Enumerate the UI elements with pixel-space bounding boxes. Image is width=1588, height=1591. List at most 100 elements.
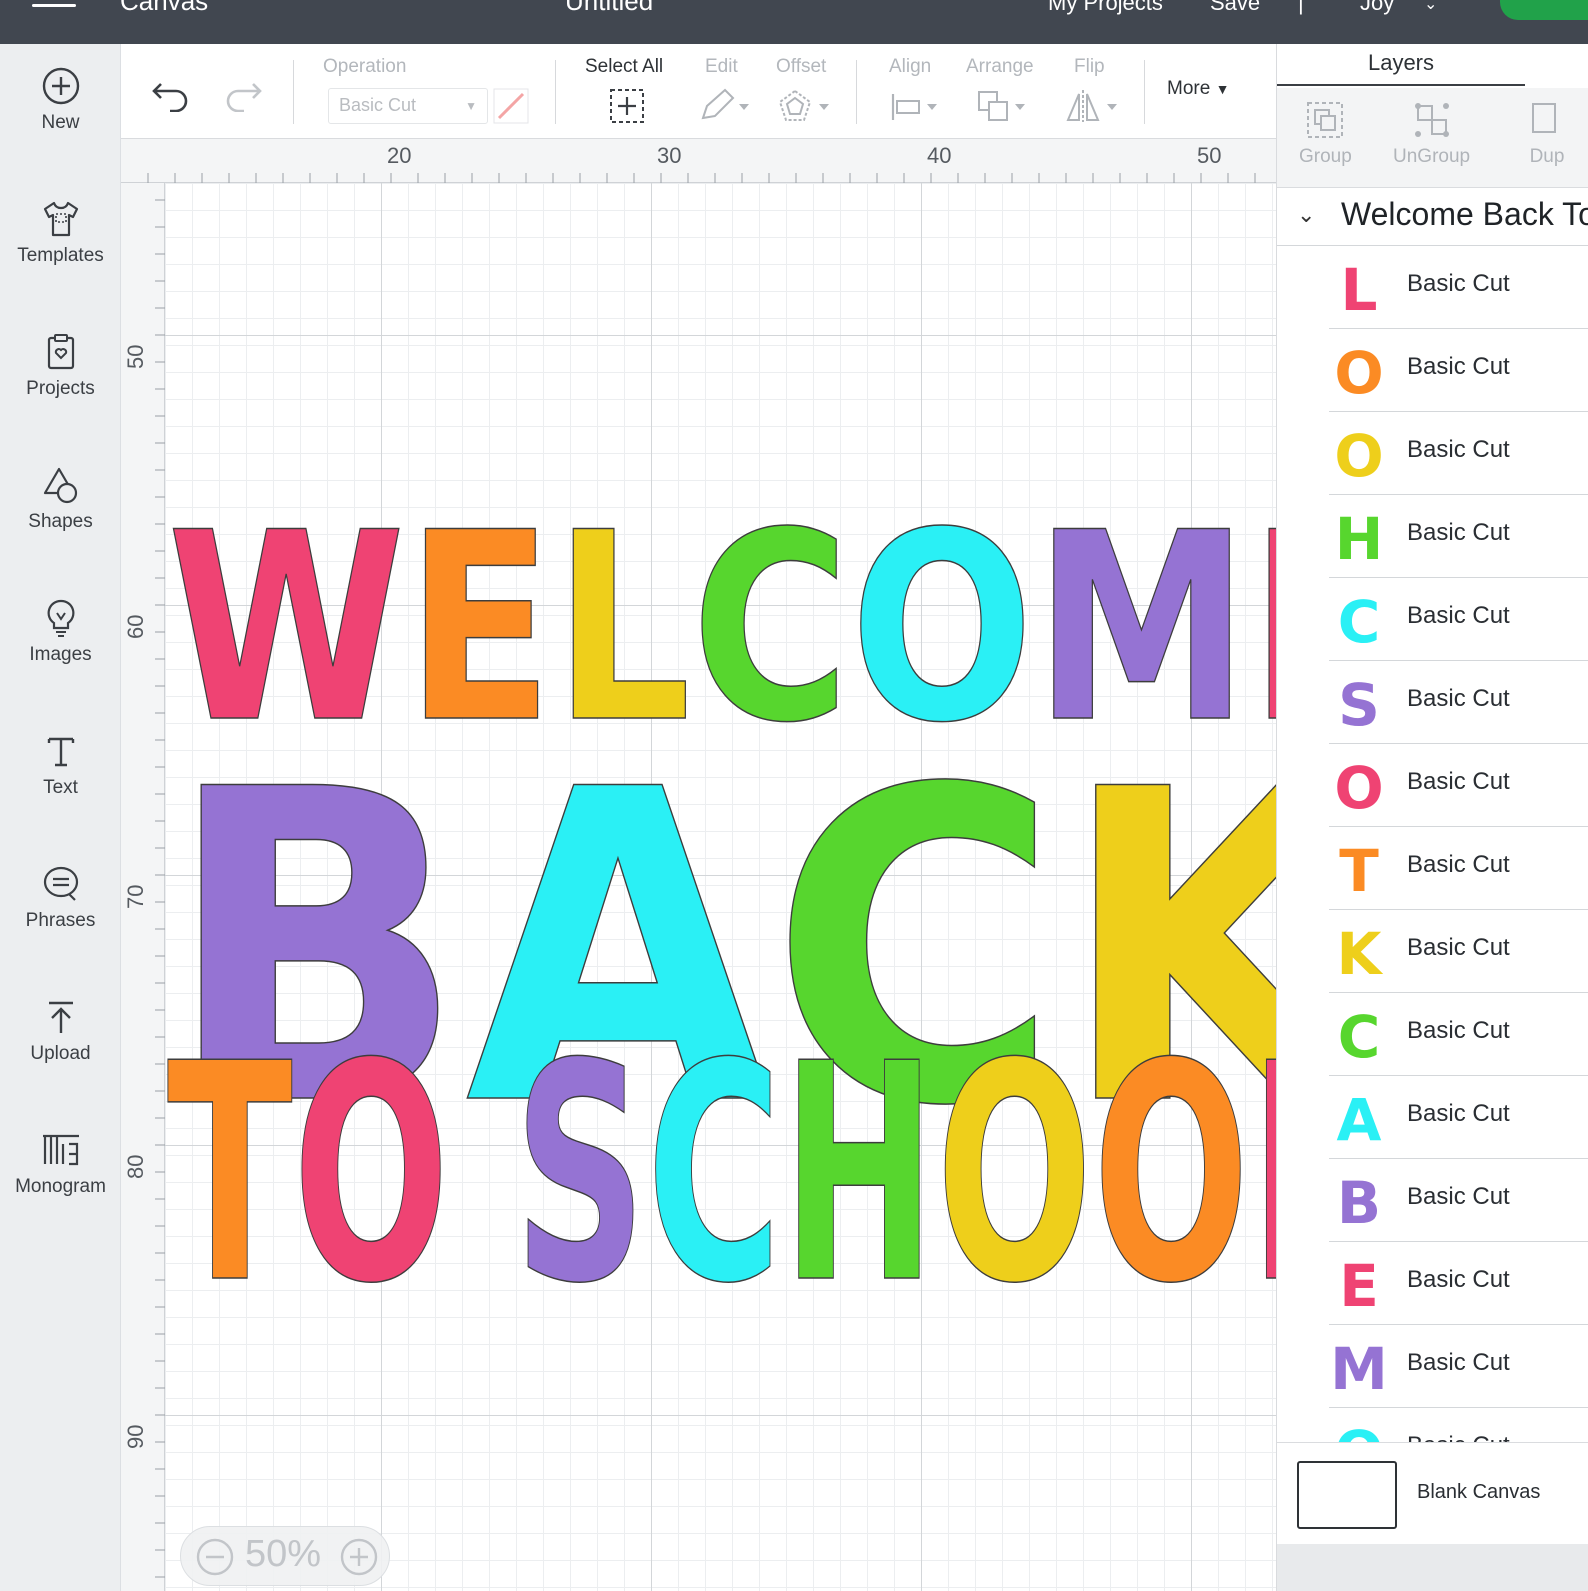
redo-icon[interactable] — [223, 78, 263, 112]
layer-label: Basic Cut — [1407, 685, 1510, 712]
layer-row[interactable]: O Basic Cut — [1329, 412, 1588, 495]
make-it-button[interactable] — [1500, 0, 1588, 20]
layer-label: Basic Cut — [1407, 851, 1510, 878]
canvas-letter[interactable]: O — [935, 999, 1093, 1350]
design-canvas[interactable]: WELCOME BACK TO SCHOOL — [165, 183, 1276, 1591]
ruler-label: 60 — [123, 614, 148, 639]
ruler-label: 50 — [123, 344, 148, 369]
zoom-in-icon[interactable] — [339, 1537, 379, 1577]
layer-row[interactable]: A Basic Cut — [1329, 1076, 1588, 1159]
canvas-letter[interactable]: C — [646, 999, 783, 1350]
layer-thumbnail: O — [1334, 341, 1383, 401]
layers-footer — [1277, 1544, 1588, 1591]
ruler-label: 40 — [927, 143, 952, 168]
arrange-icon[interactable] — [977, 90, 1033, 124]
layer-thumbnail: K — [1337, 922, 1384, 982]
top-ruler-ticks — [147, 173, 1256, 183]
sidebar-item-label: Upload — [30, 1043, 91, 1064]
sidebar-item-phrases[interactable]: Phrases — [0, 864, 121, 984]
layer-row[interactable]: B Basic Cut — [1329, 1159, 1588, 1242]
layer-row[interactable]: E Basic Cut — [1329, 1242, 1588, 1325]
canvas-letter[interactable]: L — [1249, 999, 1276, 1350]
canvas-letter[interactable]: O — [1092, 999, 1250, 1350]
layer-group-header[interactable]: ⌄ Welcome Back To — [1277, 188, 1588, 246]
user-menu[interactable]: Joy — [1360, 0, 1394, 16]
align-label[interactable]: Align — [889, 56, 931, 78]
select-all-icon[interactable] — [609, 88, 645, 124]
welcome-back-to-school-design[interactable]: WELCOME BACK TO SCHOOL — [165, 183, 1276, 1591]
sidebar-item-images[interactable]: Images — [0, 598, 121, 718]
group-icon — [1307, 102, 1344, 138]
zoom-control[interactable]: 50% — [180, 1526, 390, 1586]
sidebar-item-label: Shapes — [28, 511, 93, 532]
sidebar-item-text[interactable]: Text — [0, 731, 121, 851]
layer-row[interactable]: C Basic Cut — [1329, 993, 1588, 1076]
layer-row[interactable]: T Basic Cut — [1329, 827, 1588, 910]
save-button[interactable]: Save — [1210, 0, 1260, 16]
caret-down-icon: ▼ — [1215, 81, 1230, 97]
edit-toolbar: Operation Basic Cut ▼ Select All Edit Of… — [121, 44, 1276, 139]
layer-row[interactable]: O Basic Cut — [1329, 329, 1588, 412]
ungroup-button[interactable]: UnGroup — [1393, 100, 1470, 168]
my-projects-link[interactable]: My Projects — [1048, 0, 1163, 16]
left-ruler: 50 60 70 80 90 — [121, 183, 165, 1591]
canvas-letter[interactable]: T — [166, 999, 294, 1350]
blank-canvas-row[interactable]: Blank Canvas — [1277, 1442, 1588, 1542]
app-title: Canvas — [120, 0, 209, 16]
select-all-label[interactable]: Select All — [585, 56, 663, 78]
layer-label: Basic Cut — [1407, 1266, 1510, 1293]
sidebar-item-upload[interactable]: Upload — [0, 997, 121, 1117]
more-menu[interactable]: More ▼ — [1167, 78, 1229, 100]
layer-thumbnail: T — [1339, 839, 1379, 899]
edit-pencil-icon[interactable] — [699, 88, 751, 124]
sidebar-item-templates[interactable]: Templates — [0, 199, 121, 319]
tshirt-icon — [43, 201, 78, 237]
offset-icon[interactable] — [777, 88, 831, 124]
word-to-school[interactable]: TO SCHOOL — [166, 999, 1276, 1350]
layer-thumbnail-glyph: O — [1334, 756, 1383, 816]
layer-row[interactable]: S Basic Cut — [1329, 661, 1588, 744]
hamburger-menu-icon[interactable] — [32, 4, 76, 10]
undo-icon[interactable] — [151, 78, 191, 112]
layer-row[interactable]: C Basic Cut — [1329, 578, 1588, 661]
layer-thumbnail: H — [1335, 507, 1384, 567]
offset-label[interactable]: Offset — [776, 56, 826, 78]
canvas-letter[interactable]: O — [292, 999, 450, 1350]
arrange-label[interactable]: Arrange — [966, 56, 1034, 78]
sidebar-item-monogram[interactable]: Monogram — [0, 1130, 121, 1250]
canvas-letter[interactable]: H — [781, 999, 937, 1350]
blank-canvas-swatch[interactable] — [1297, 1461, 1397, 1529]
operation-select[interactable]: Basic Cut ▼ — [328, 88, 488, 124]
topbar-divider: | — [1298, 0, 1304, 15]
layer-row[interactable]: H Basic Cut — [1329, 495, 1588, 578]
layer-thumbnail: B — [1337, 1171, 1381, 1231]
layer-row[interactable]: O Basic Cut — [1329, 744, 1588, 827]
projects-icon — [47, 334, 74, 370]
chevron-down-icon[interactable]: ⌄ — [1297, 202, 1315, 228]
flip-label[interactable]: Flip — [1074, 56, 1105, 78]
top-bar: Canvas Untitled My Projects Save | Joy ⌄ — [0, 0, 1588, 44]
sidebar-item-projects[interactable]: Projects — [0, 332, 121, 452]
canvas-letter[interactable] — [449, 1000, 513, 1349]
layer-row[interactable]: K Basic Cut — [1329, 910, 1588, 993]
flip-icon[interactable] — [1065, 88, 1121, 124]
layer-thumbnail-glyph: S — [1338, 673, 1380, 733]
tab-layers[interactable]: Layers — [1277, 44, 1525, 86]
layer-thumbnail: C — [1338, 1005, 1381, 1065]
canvas-letter[interactable]: S — [513, 999, 647, 1350]
align-icon[interactable] — [889, 92, 941, 122]
duplicate-button[interactable]: Dup — [1527, 100, 1567, 168]
document-title[interactable]: Untitled — [565, 0, 653, 17]
user-chevron-icon[interactable]: ⌄ — [1424, 0, 1437, 14]
sidebar-item-new[interactable]: New — [0, 66, 121, 186]
group-button[interactable]: Group — [1299, 100, 1352, 168]
zoom-level: 50% — [245, 1533, 322, 1575]
layer-row[interactable]: M Basic Cut — [1329, 1325, 1588, 1408]
color-swatch-icon[interactable] — [493, 88, 529, 124]
edit-label[interactable]: Edit — [705, 56, 738, 78]
layer-row[interactable]: L Basic Cut — [1329, 246, 1588, 329]
layer-label: Basic Cut — [1407, 602, 1510, 629]
zoom-out-icon[interactable] — [195, 1537, 235, 1577]
line-to-school[interactable]: TO SCHOOL — [166, 999, 1276, 1350]
sidebar-item-shapes[interactable]: Shapes — [0, 465, 121, 585]
